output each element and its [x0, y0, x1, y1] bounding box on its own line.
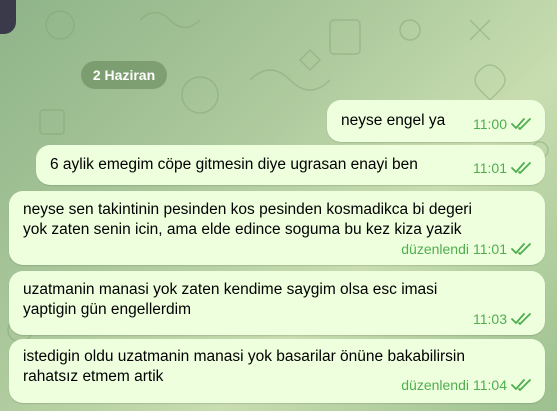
message-text: 6 aylik emegim cöpe gitmesin diye ugrasa… [50, 156, 418, 173]
message-meta: düzenlendi 11:01 [401, 239, 533, 259]
message-bubble[interactable]: neyse engel ya 11:00 [327, 100, 545, 142]
double-check-icon [511, 118, 531, 130]
message-meta: düzenlendi 11:04 [401, 375, 533, 395]
message-text: neyse engel ya [341, 112, 446, 129]
message-text: neyse sen takintinin pesinden kos pesind… [23, 201, 472, 238]
avatar[interactable] [0, 0, 16, 34]
message-time: 11:00 [473, 116, 507, 132]
message-status: düzenlendi [401, 241, 469, 257]
message-meta: 11:01 [469, 158, 533, 178]
message-text: istedigin oldu uzatmanin manasi yok basa… [23, 348, 465, 385]
message-time: 11:01 [473, 241, 507, 257]
message-text: uzatmanin manasi yok zaten kendime saygi… [23, 281, 438, 318]
date-separator: 2 Haziran [81, 61, 167, 89]
double-check-icon [511, 162, 531, 174]
double-check-icon [511, 379, 531, 391]
double-check-icon [511, 243, 531, 255]
message-bubble[interactable]: istedigin oldu uzatmanin manasi yok basa… [9, 339, 545, 403]
message-bubble[interactable]: 6 aylik emegim cöpe gitmesin diye ugrasa… [36, 145, 545, 185]
double-check-icon [511, 313, 531, 325]
message-meta: 11:00 [469, 114, 533, 134]
message-time: 11:01 [473, 160, 507, 176]
message-meta: 11:03 [469, 309, 533, 329]
message-time: 11:03 [473, 311, 507, 327]
message-bubble[interactable]: neyse sen takintinin pesinden kos pesind… [9, 191, 545, 265]
message-time: 11:04 [473, 377, 507, 393]
message-bubble[interactable]: uzatmanin manasi yok zaten kendime saygi… [9, 271, 545, 335]
message-status: düzenlendi [401, 377, 469, 393]
